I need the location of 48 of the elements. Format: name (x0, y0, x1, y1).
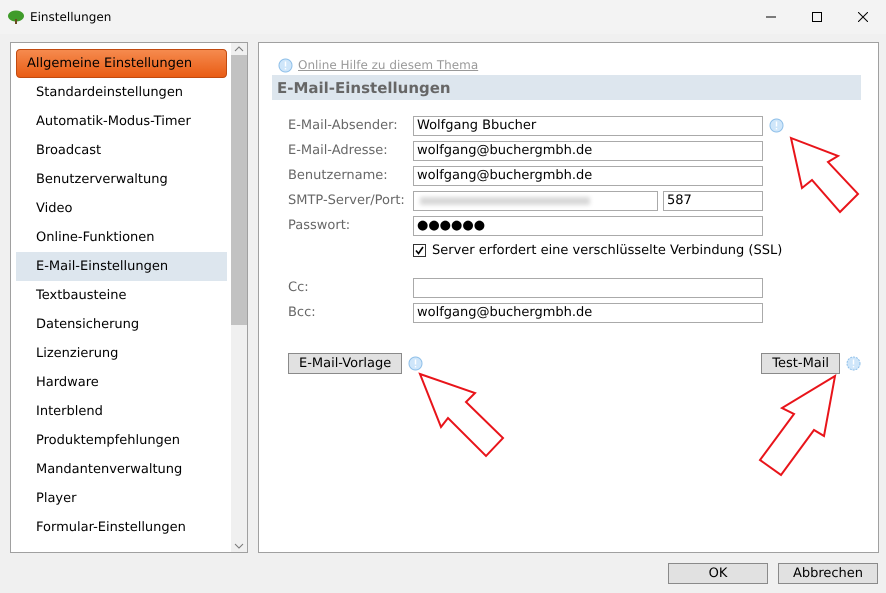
sidebar-item[interactable]: Automatik-Modus-Timer (16, 107, 227, 136)
blurred-input-field[interactable] (413, 190, 658, 210)
info-icon (278, 58, 293, 72)
sidebar-item[interactable]: Broadcast (16, 136, 227, 165)
sidebar-item[interactable]: Textbausteine (16, 281, 227, 310)
window-title: Einstellungen (30, 10, 112, 24)
sidebar-item[interactable]: Benutzerverwaltung (16, 165, 227, 194)
sidebar-item[interactable]: Formular-Einstellungen (16, 513, 227, 542)
sidebar-item[interactable]: Hardware (16, 368, 227, 397)
info-icon (408, 356, 424, 371)
input-field[interactable]: Wolfgang Bbucher (413, 116, 763, 136)
sidebar-item[interactable]: Standardeinstellungen (16, 78, 227, 107)
info-icon (769, 118, 784, 133)
sidebar-item[interactable]: Video (16, 194, 227, 223)
sidebar-item[interactable]: Allgemeine Einstellungen (16, 49, 227, 78)
field-label: Passwort: (288, 218, 352, 233)
dialog-button[interactable]: OK (668, 562, 768, 584)
tree-icon (8, 10, 24, 24)
section-title: E-Mail-Einstellungen (272, 75, 861, 100)
field-label: Cc: (288, 280, 310, 295)
test-mail-button[interactable]: Test-Mail (761, 353, 840, 374)
sidebar-item[interactable]: Interblend (16, 397, 227, 426)
field-label: Bcc: (288, 305, 317, 320)
close-icon[interactable] (858, 12, 868, 22)
sidebar-item[interactable]: Player (16, 484, 227, 513)
field-label: E-Mail-Adresse: (288, 143, 389, 158)
scrollbar-thumb[interactable] (231, 55, 247, 325)
sidebar-item[interactable]: E-Mail-Einstellungen (16, 252, 227, 281)
sidebar-item[interactable]: Produktempfehlungen (16, 426, 227, 455)
password-field[interactable]: ●●●●●● (413, 216, 763, 236)
input-field[interactable]: wolfgang@buchergmbh.de (413, 140, 763, 160)
checkbox-label: Server erfordert eine verschlüsselte Verbindung (SSL) (432, 243, 782, 258)
template-button[interactable]: E-Mail-Vorlage (288, 353, 402, 374)
field-label: E-Mail-Absender: (288, 118, 399, 133)
maximize-icon[interactable] (812, 12, 822, 22)
sidebar-item[interactable]: Datensicherung (16, 310, 227, 339)
sidebar-item[interactable]: Lizenzierung (16, 339, 227, 368)
dialog-button[interactable]: Abbrechen (778, 562, 878, 584)
input-field[interactable] (413, 278, 763, 298)
input-field[interactable]: wolfgang@buchergmbh.de (413, 166, 763, 186)
input-field[interactable]: wolfgang@buchergmbh.de (413, 302, 763, 322)
info-icon (846, 356, 861, 371)
checkbox[interactable] (413, 244, 426, 257)
sidebar-item[interactable]: Online-Funktionen (16, 223, 227, 252)
port-field[interactable]: 587 (663, 190, 763, 210)
sidebar-item[interactable]: Mandantenverwaltung (16, 455, 227, 484)
field-label: Benutzername: (288, 168, 389, 183)
field-label: SMTP-Server/Port: (288, 193, 406, 208)
